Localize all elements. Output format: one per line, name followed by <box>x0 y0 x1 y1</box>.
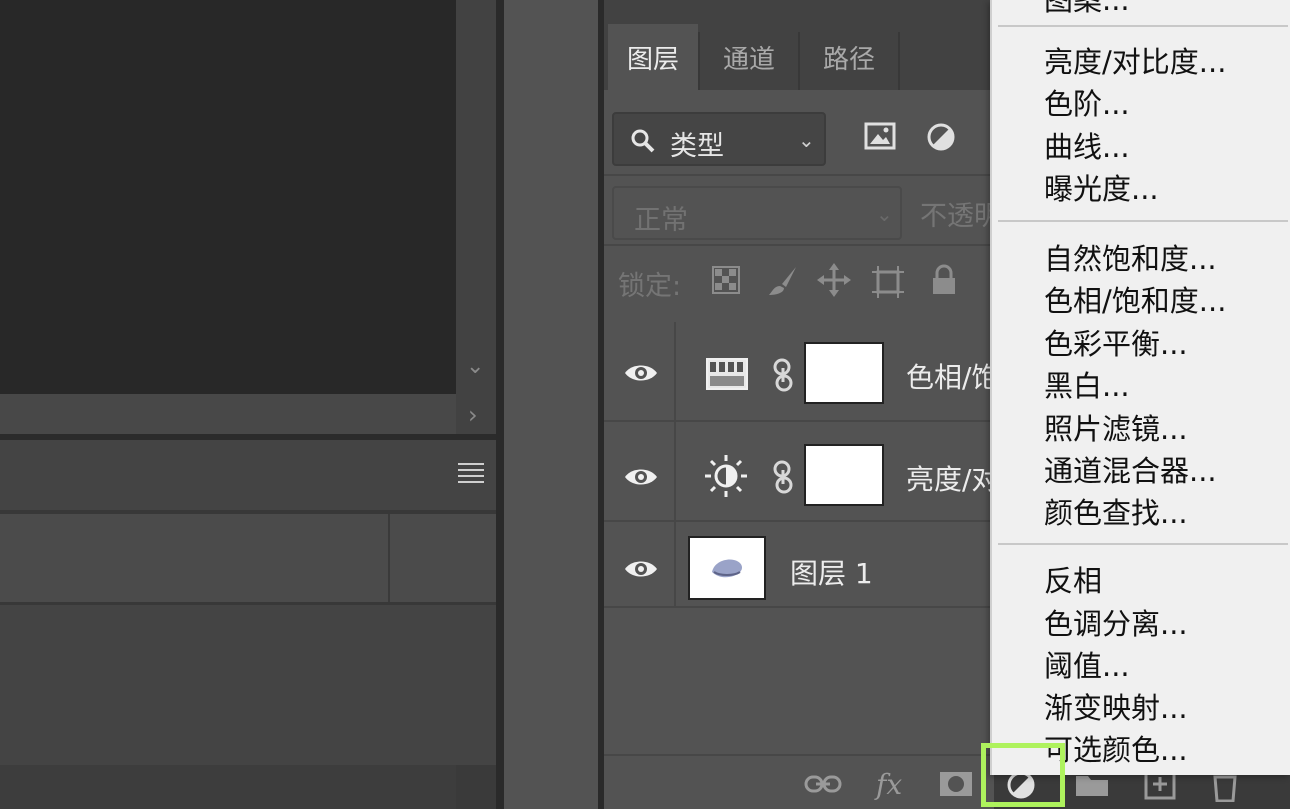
layer-thumbnail[interactable] <box>688 536 766 600</box>
adjustment-layer-menu: 图案... 亮度/对比度... 色阶... 曲线... 曝光度... 自然饱和度… <box>990 0 1290 775</box>
search-icon <box>631 129 655 153</box>
menu-item-pattern-partial[interactable]: 图案... <box>1044 0 1130 18</box>
menu-item-photo-filter[interactable]: 照片滤镜... <box>1044 411 1188 447</box>
fx-icon[interactable]: fx <box>874 766 910 802</box>
vertical-scrollbar[interactable]: ⌄ <box>456 0 496 394</box>
tab-layers[interactable]: 图层 <box>608 24 698 90</box>
menu-separator <box>998 25 1288 27</box>
new-group-icon[interactable] <box>1074 772 1110 798</box>
left-panel-cell <box>0 514 388 602</box>
menu-separator <box>998 543 1288 545</box>
divider <box>604 174 994 176</box>
panel-menu-icon[interactable] <box>458 463 484 485</box>
scroll-corner: › <box>456 394 496 434</box>
hue-saturation-icon <box>706 358 748 390</box>
lock-transparent-pixels-icon[interactable] <box>712 266 740 294</box>
layer-content-preview <box>712 559 742 578</box>
divider <box>604 244 994 246</box>
visibility-column <box>604 322 676 420</box>
tab-label: 图层 <box>626 44 679 75</box>
layer-name: 图层 1 <box>790 557 873 590</box>
panel-top-bar <box>604 0 994 16</box>
horizontal-scrollbar[interactable] <box>0 394 456 434</box>
chevron-down-icon[interactable]: ⌄ <box>466 356 484 378</box>
tab-label: 通道 <box>722 44 775 75</box>
left-panel-cell <box>390 514 496 602</box>
menu-item-vibrance[interactable]: 自然饱和度... <box>1044 241 1217 277</box>
left-panel-body <box>0 605 496 765</box>
lock-position-icon[interactable] <box>816 262 852 298</box>
layers-panel: 图层 通道 路径 类型 ⌄ 正常 ⌄ 不透明 锁定: 色相/饱 亮度/对 图层 … <box>604 0 1238 809</box>
layer-mask-thumbnail[interactable] <box>804 342 884 404</box>
layer-name: 亮度/对 <box>906 463 1000 496</box>
collapsed-panel-dock <box>504 0 598 809</box>
menu-item-levels[interactable]: 色阶... <box>1044 86 1130 122</box>
add-mask-icon[interactable] <box>938 770 974 798</box>
link-icon[interactable] <box>772 358 794 392</box>
eye-icon[interactable] <box>624 558 658 580</box>
panel-gap <box>496 0 504 809</box>
document-canvas[interactable] <box>0 0 456 394</box>
panel-tabs: 图层 通道 路径 <box>604 16 994 90</box>
pixel-layer-filter-icon[interactable] <box>864 122 896 150</box>
menu-item-hue-saturation[interactable]: 色相/饱和度... <box>1044 283 1226 319</box>
lock-image-pixels-icon[interactable] <box>766 264 800 298</box>
left-panel-footer <box>0 765 456 809</box>
tab-channels[interactable]: 通道 <box>700 24 798 90</box>
layer-name: 色相/饱 <box>906 361 1000 394</box>
layer-mask-thumbnail[interactable] <box>804 444 884 506</box>
layer-row[interactable]: 图层 1 <box>604 522 994 608</box>
tab-label: 路径 <box>822 44 875 75</box>
chevron-down-icon: ⌄ <box>798 128 815 152</box>
menu-item-black-white[interactable]: 黑白... <box>1044 368 1130 404</box>
blend-mode-select[interactable]: 正常 ⌄ <box>612 186 902 240</box>
visibility-column <box>604 522 676 606</box>
chevron-right-icon[interactable]: › <box>468 403 478 427</box>
menu-separator <box>998 220 1288 222</box>
lock-all-icon[interactable] <box>930 264 958 296</box>
layers-list: 色相/饱 亮度/对 图层 1 <box>604 322 999 754</box>
tab-divider <box>898 32 900 90</box>
menu-item-channel-mixer[interactable]: 通道混合器... <box>1044 453 1217 489</box>
adjustment-layer-filter-icon[interactable] <box>926 122 956 152</box>
visibility-column <box>604 422 676 520</box>
menu-item-threshold[interactable]: 阈值... <box>1044 648 1130 684</box>
eye-icon[interactable] <box>624 466 658 488</box>
lock-label: 锁定: <box>618 271 682 302</box>
left-panel-header <box>0 440 496 510</box>
adjustment-button-highlight <box>981 743 1065 807</box>
tab-paths[interactable]: 路径 <box>800 24 898 90</box>
blend-mode-value: 正常 <box>634 205 688 236</box>
chevron-down-icon: ⌄ <box>876 202 893 226</box>
svg-text:fx: fx <box>874 768 902 801</box>
menu-item-gradient-map[interactable]: 渐变映射... <box>1044 690 1188 726</box>
menu-item-exposure[interactable]: 曝光度... <box>1044 171 1159 207</box>
menu-item-curves[interactable]: 曲线... <box>1044 129 1130 165</box>
menu-item-posterize[interactable]: 色调分离... <box>1044 606 1188 642</box>
eye-icon[interactable] <box>624 362 658 384</box>
brightness-contrast-icon <box>705 455 747 497</box>
menu-item-color-balance[interactable]: 色彩平衡... <box>1044 326 1188 362</box>
layer-row[interactable]: 亮度/对 <box>604 422 999 522</box>
menu-item-color-lookup[interactable]: 颜色查找... <box>1044 495 1188 531</box>
link-icon[interactable] <box>772 460 794 494</box>
opacity-label: 不透明 <box>920 201 1001 232</box>
menu-item-invert[interactable]: 反相 <box>1044 563 1102 599</box>
link-layers-icon[interactable] <box>804 774 842 794</box>
filter-label: 类型 <box>670 131 724 162</box>
menu-item-selective-color[interactable]: 可选颜色... <box>1044 732 1188 768</box>
layer-filter-select[interactable]: 类型 ⌄ <box>612 112 826 166</box>
menu-item-brightness-contrast[interactable]: 亮度/对比度... <box>1044 44 1226 80</box>
layer-row[interactable]: 色相/饱 <box>604 322 999 422</box>
lock-artboard-icon[interactable] <box>870 264 906 300</box>
layers-panel-footer: fx <box>604 756 1238 809</box>
